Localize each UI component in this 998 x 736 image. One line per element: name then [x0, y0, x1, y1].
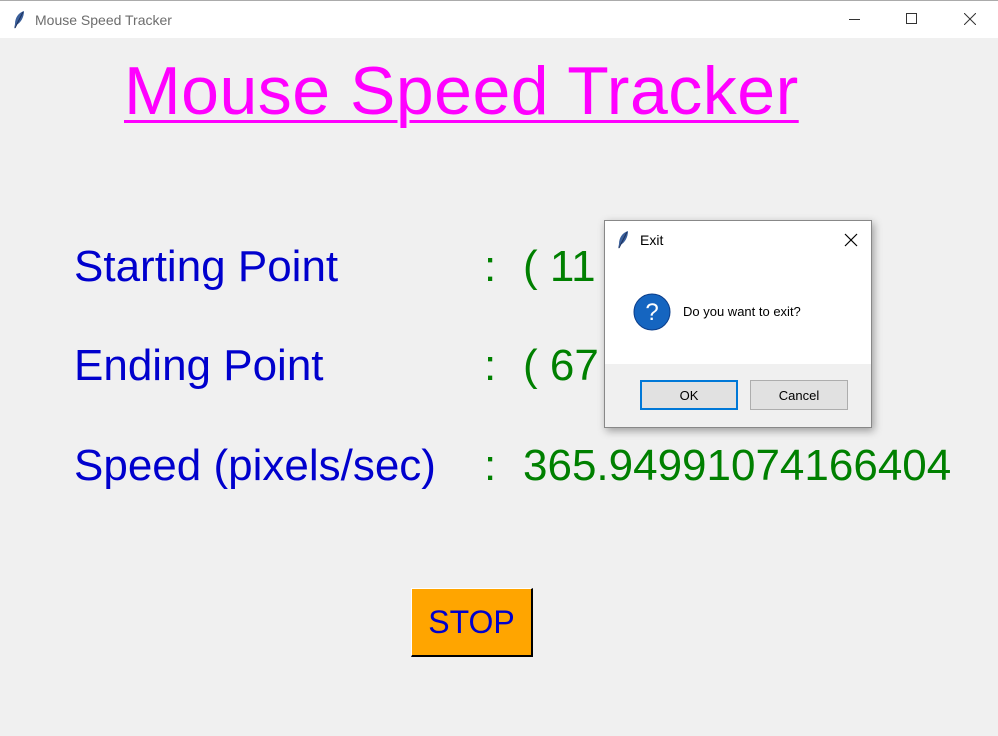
- feather-icon: [12, 10, 26, 35]
- dialog-close-button[interactable]: [837, 227, 865, 253]
- minimize-icon: [849, 19, 860, 20]
- dialog-title: Exit: [640, 232, 664, 248]
- page-title: Mouse Speed Tracker: [124, 53, 799, 129]
- speed-separator: :: [484, 441, 497, 490]
- window-title: Mouse Speed Tracker: [35, 12, 172, 28]
- maximize-button[interactable]: [889, 1, 935, 38]
- dialog-message: Do you want to exit?: [683, 304, 801, 319]
- ending-point-value: ( 67: [523, 341, 599, 390]
- dialog-button-bar: OK Cancel: [605, 364, 871, 427]
- ending-point-label: Ending Point: [74, 341, 324, 390]
- ending-point-separator: :: [484, 341, 497, 390]
- exit-dialog: Exit ? Do you want to exit? OK Cancel: [604, 220, 872, 428]
- starting-point-separator: :: [484, 242, 497, 291]
- ok-button[interactable]: OK: [640, 380, 738, 410]
- close-icon: [964, 13, 976, 25]
- maximize-icon: [906, 13, 917, 24]
- svg-text:?: ?: [645, 299, 658, 326]
- speed-value: 365.94991074166404: [523, 441, 952, 490]
- cancel-button[interactable]: Cancel: [750, 380, 848, 410]
- stop-button[interactable]: STOP: [411, 588, 533, 657]
- minimize-button[interactable]: [832, 1, 878, 38]
- speed-label: Speed (pixels/sec): [74, 441, 436, 490]
- window-titlebar: Mouse Speed Tracker: [0, 0, 998, 38]
- starting-point-value: ( 11: [523, 242, 596, 291]
- feather-icon: [616, 230, 630, 255]
- question-icon: ?: [633, 293, 671, 336]
- window-close-button[interactable]: [947, 1, 993, 38]
- close-icon: [844, 233, 858, 247]
- starting-point-label: Starting Point: [74, 242, 339, 291]
